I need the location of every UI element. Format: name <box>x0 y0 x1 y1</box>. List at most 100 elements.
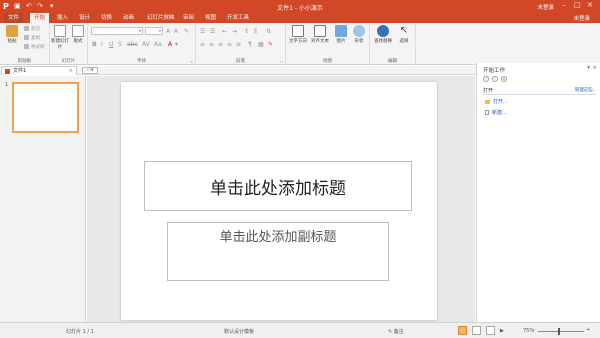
forward-icon[interactable]: › <box>492 76 498 82</box>
numbering-icon[interactable]: ☰ <box>210 28 215 35</box>
reading-view-icon[interactable] <box>486 326 495 335</box>
status-bar: 幻灯片 1 / 1 默认设计模板 ✎ 备注 ▶ 75% – + <box>0 322 600 338</box>
new-slide-icon <box>54 25 66 37</box>
open-file-label: 打开... <box>493 99 508 105</box>
decrease-indent-icon[interactable]: ⇤ <box>222 28 227 35</box>
copy-button[interactable]: 复制 <box>24 35 40 42</box>
increase-indent-icon[interactable]: ⇥ <box>232 28 237 35</box>
align-right-icon[interactable]: ≡ <box>218 41 223 48</box>
notes-button[interactable]: ✎ 备注 <box>388 328 404 335</box>
user-label[interactable]: 未登录 <box>537 3 554 11</box>
bold-icon[interactable]: B <box>92 41 97 48</box>
close-icon[interactable]: ✕ <box>587 1 593 9</box>
layout-label: 版式 <box>73 39 83 44</box>
maximize-icon[interactable]: □ <box>574 1 581 9</box>
layout-button[interactable]: 版式 <box>69 25 87 44</box>
text-direction-button[interactable]: 文字方向 <box>288 25 308 44</box>
close-pane-icon[interactable]: × <box>592 65 597 71</box>
clipboard-group-label: 剪贴板 <box>17 59 32 64</box>
slide-canvas[interactable]: 单击此处添加标题 单击此处添加副标题 <box>121 82 437 320</box>
zoom-slider-handle[interactable] <box>558 328 560 335</box>
manage-link[interactable]: 管理这些... <box>575 87 597 93</box>
zoom-slider-track[interactable] <box>538 331 584 332</box>
account-label[interactable]: 未登录 <box>573 14 590 22</box>
paragraph-dialog-launcher-icon[interactable]: ↘ <box>280 59 283 64</box>
distribute-icon[interactable]: ≡ <box>236 41 241 48</box>
close-tab-icon[interactable]: × <box>69 67 73 75</box>
align-center-icon[interactable]: ≡ <box>209 41 214 48</box>
tab-home[interactable]: 开始 <box>30 13 50 23</box>
chevron-down-icon[interactable]: ▾ <box>175 41 178 48</box>
underline-icon[interactable]: U <box>109 41 113 48</box>
justify-icon[interactable]: ≡ <box>227 41 232 48</box>
home-icon[interactable]: ⌂ <box>501 76 507 82</box>
slideshow-icon[interactable]: ▶ <box>500 328 504 334</box>
clear-format-icon[interactable]: ✎ <box>184 28 189 35</box>
select-button[interactable]: ↖ 选择 <box>395 25 413 44</box>
back-icon[interactable]: ‹ <box>483 76 489 82</box>
font-group-label: 字体 <box>137 59 146 64</box>
shadow-icon[interactable]: S <box>118 41 122 48</box>
tab-animations[interactable]: 动画 <box>119 13 138 23</box>
text-direction-small-icon[interactable]: ⇅ <box>266 28 271 35</box>
strikethrough-icon[interactable]: abc <box>127 41 138 48</box>
new-slide-button[interactable]: 新建幻灯片 <box>51 25 69 50</box>
select-label: 选择 <box>399 39 409 44</box>
slide-thumbnail[interactable] <box>12 82 79 133</box>
border-icon[interactable]: ▦ <box>258 41 264 48</box>
tab-insert[interactable]: 插入 <box>53 13 72 23</box>
italic-icon[interactable]: I <box>101 41 103 48</box>
new-tab-button[interactable]: ▭▾ <box>82 67 98 74</box>
tab-design[interactable]: 设计 <box>75 13 94 23</box>
font-color-icon[interactable]: A <box>168 41 172 48</box>
align-text-label: 对齐文本 <box>311 39 329 44</box>
char-spacing-icon[interactable]: AV <box>142 41 150 48</box>
tab-transitions[interactable]: 切换 <box>97 13 116 23</box>
tab-view[interactable]: 视图 <box>201 13 220 23</box>
paragraph-spacing-icon[interactable]: ¶ <box>248 41 252 48</box>
bullets-icon[interactable]: ☰ <box>200 28 205 35</box>
shrink-font-icon[interactable]: A <box>174 28 178 35</box>
format-painter-button[interactable]: 格式刷 <box>24 44 45 51</box>
grow-font-icon[interactable]: A <box>166 28 170 35</box>
title-placeholder[interactable]: 单击此处添加标题 <box>144 161 412 211</box>
change-case-icon[interactable]: Aa <box>154 41 162 48</box>
find-replace-button[interactable]: 查找替换 <box>372 25 394 44</box>
highlight-icon[interactable]: ✎ <box>268 41 273 48</box>
text-box-icon <box>292 25 304 37</box>
picture-button[interactable]: 图片 <box>332 25 350 44</box>
tab-review[interactable]: 审阅 <box>179 13 198 23</box>
zoom-in-icon[interactable]: + <box>586 327 590 333</box>
normal-view-icon[interactable] <box>458 326 467 335</box>
cut-button[interactable]: 剪切 <box>24 26 40 33</box>
shapes-button[interactable]: 形状 <box>350 25 368 44</box>
minimize-icon[interactable]: – <box>562 1 566 9</box>
zoom-out-icon[interactable]: – <box>533 327 536 333</box>
tab-developer[interactable]: 开发工具 <box>223 13 253 23</box>
slide-thumbnail-number: 1 <box>5 82 9 88</box>
tab-slideshow[interactable]: 幻灯片放映 <box>143 13 179 23</box>
chevron-down-icon[interactable]: ▾ <box>587 65 590 71</box>
columns-icon[interactable]: ⫼ <box>254 28 257 35</box>
document-tab[interactable]: 文件1 × <box>1 66 77 75</box>
paste-button[interactable]: 粘贴 <box>2 25 22 44</box>
folder-icon <box>485 99 490 104</box>
align-left-icon[interactable]: ≡ <box>200 41 205 48</box>
scissors-icon <box>24 26 29 31</box>
drawing-group-label: 绘图 <box>323 59 332 64</box>
font-size-select[interactable]: ▾ <box>145 27 163 35</box>
font-group: ▾ ▾ A A ✎ B I U S abc AV Aa A ▾ 字体 ↘ <box>88 23 196 65</box>
window-title: 文件1 - 小小演示 <box>277 5 323 12</box>
new-file-link[interactable]: 新建... <box>485 109 507 116</box>
font-dialog-launcher-icon[interactable]: ↘ <box>190 59 193 64</box>
open-file-link[interactable]: 打开... <box>485 98 508 105</box>
align-text-button[interactable]: 对齐文本 <box>310 25 330 44</box>
tab-file[interactable]: 文件 <box>4 13 24 23</box>
line-spacing-icon[interactable]: ↕ <box>244 28 249 35</box>
slides-group-label: 幻灯片 <box>61 59 76 64</box>
paragraph-group-label: 段落 <box>236 59 245 64</box>
ribbon: 粘贴 剪切 复制 格式刷 剪贴板 新建幻灯片 版式 幻灯片 ▾ ▾ A A ✎ … <box>0 23 600 65</box>
slide-sorter-view-icon[interactable] <box>472 326 481 335</box>
subtitle-placeholder[interactable]: 单击此处添加副标题 <box>167 222 389 281</box>
font-family-select[interactable]: ▾ <box>91 27 143 35</box>
